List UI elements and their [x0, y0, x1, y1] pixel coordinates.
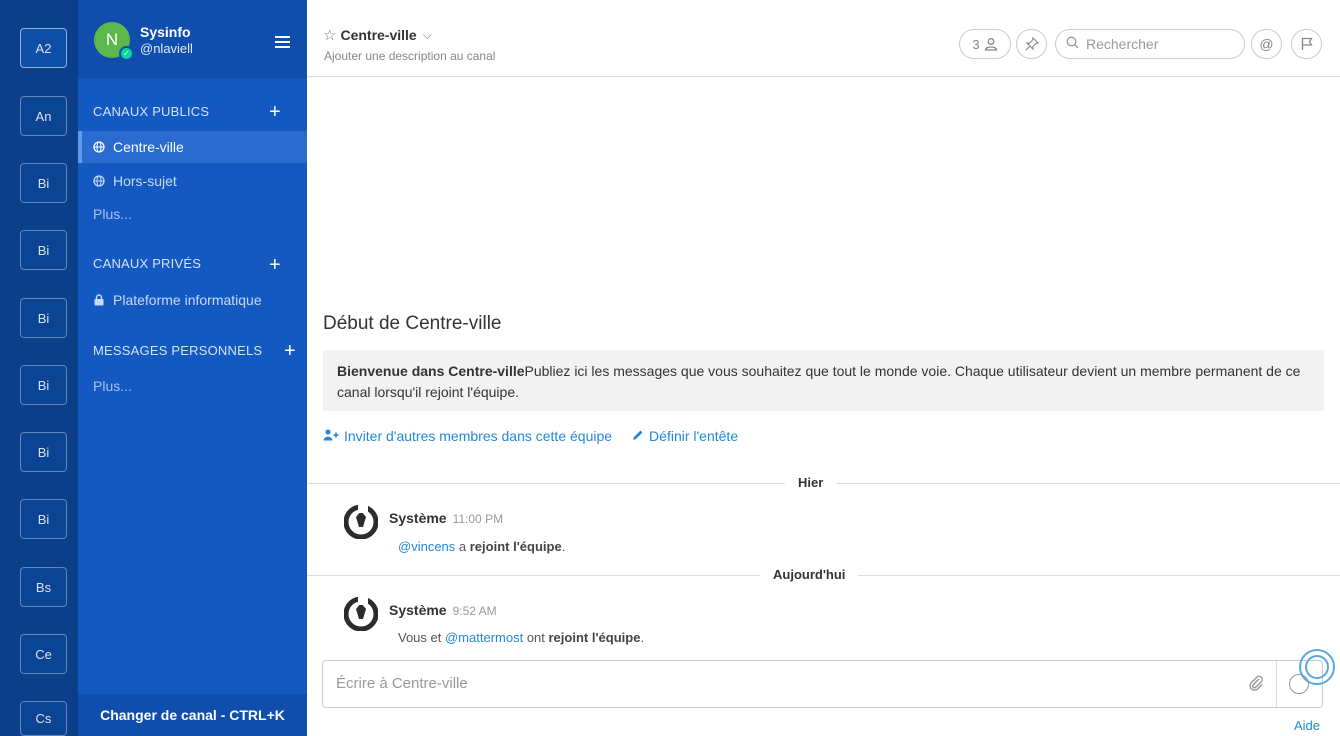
globe-icon — [93, 175, 105, 187]
pinned-button[interactable] — [1016, 29, 1047, 59]
at-icon: @ — [1259, 36, 1274, 52]
post-action: rejoint l'équipe — [469, 539, 562, 554]
channel-description[interactable]: Ajouter une description au canal — [324, 49, 495, 63]
flagged-button[interactable] — [1291, 29, 1322, 59]
chevron-down-icon: ⌵ — [422, 27, 432, 42]
post-text: ont — [523, 630, 549, 645]
channel-sidebar: N ✓ Sysinfo @nlaviell CANAUX PUBLICS + C… — [78, 0, 307, 736]
invite-members-link[interactable]: Inviter d'autres membres dans cette équi… — [323, 428, 612, 444]
team-button[interactable]: A2 — [20, 28, 67, 68]
pin-icon — [1025, 37, 1039, 51]
post-text: . — [640, 630, 645, 645]
public-channels-title: CANAUX PUBLICS — [93, 104, 210, 119]
user-icon — [984, 38, 997, 51]
intro-title: Début de Centre-ville — [323, 313, 502, 334]
add-user-icon — [323, 428, 339, 444]
touch-indicator-icon — [1299, 649, 1335, 685]
team-button[interactable]: Ce — [20, 634, 67, 674]
user-handle: @nlaviell — [140, 41, 193, 56]
more-dm-link[interactable]: Plus... — [93, 378, 132, 394]
pencil-icon — [632, 429, 644, 444]
post-text: Vous et — [398, 630, 445, 645]
menu-icon[interactable] — [275, 36, 290, 48]
date-separator: Aujourd'hui — [760, 567, 859, 582]
post-action: rejoint l'équipe — [548, 630, 641, 645]
help-link[interactable]: Aide — [1294, 718, 1320, 733]
sidebar-item-centre-ville[interactable]: Centre-ville — [78, 131, 307, 163]
post-author-name: Système — [389, 602, 447, 618]
mattermost-logo-icon — [344, 597, 378, 631]
search-input[interactable]: Rechercher — [1055, 29, 1245, 59]
sidebar-item-label: Centre-ville — [113, 139, 184, 155]
post-author[interactable]: Système 9:52 AM — [389, 602, 497, 618]
team-button[interactable]: Bi — [20, 365, 67, 405]
team-button[interactable]: Bi — [20, 230, 67, 270]
post-time[interactable]: 9:52 AM — [453, 604, 497, 618]
intro-links: Inviter d'autres membres dans cette équi… — [323, 428, 758, 444]
sidebar-header: N ✓ Sysinfo @nlaviell — [78, 0, 307, 78]
channel-switcher-button[interactable]: Changer de canal - CTRL+K — [78, 694, 307, 736]
message-placeholder: Écrire à Centre-ville — [336, 675, 468, 692]
team-button[interactable]: Bi — [20, 432, 67, 472]
set-header-link[interactable]: Définir l'entête — [632, 428, 738, 444]
team-button[interactable]: Bi — [20, 499, 67, 539]
team-button[interactable]: Bs — [20, 567, 67, 607]
team-button[interactable]: Bi — [20, 298, 67, 338]
sidebar-item-hors-sujet[interactable]: Hors-sujet — [78, 165, 307, 197]
team-sidebar: A2 An Bi Bi Bi Bi Bi Bi Bs Ce Cs — [0, 0, 78, 736]
main-area: ☆ Centre-ville ⌵ Ajouter une description… — [307, 0, 1340, 736]
post-message: Vous et @mattermost ont rejoint l'équipe… — [398, 630, 644, 645]
set-header-label: Définir l'entête — [649, 428, 739, 444]
search-icon — [1066, 36, 1079, 52]
sidebar-item-plateforme-informatique[interactable]: Plateforme informatique — [78, 284, 307, 316]
team-button[interactable]: Bi — [20, 163, 67, 203]
paperclip-icon[interactable] — [1247, 674, 1265, 697]
mentions-button[interactable]: @ — [1251, 29, 1282, 59]
date-separator: Hier — [785, 475, 837, 490]
add-direct-message-icon[interactable]: + — [284, 341, 296, 361]
globe-icon — [93, 141, 105, 153]
user-mention[interactable]: @vincens — [398, 539, 455, 554]
add-public-channel-icon[interactable]: + — [269, 102, 281, 122]
post-text: a — [455, 539, 470, 554]
search-placeholder: Rechercher — [1086, 36, 1159, 52]
mattermost-logo-icon — [344, 505, 378, 539]
message-input[interactable]: Écrire à Centre-ville — [322, 660, 1323, 708]
sidebar-item-label: Plateforme informatique — [113, 292, 262, 308]
channel-title[interactable]: ☆ Centre-ville ⌵ — [323, 26, 432, 44]
more-public-link[interactable]: Plus... — [93, 206, 132, 222]
lock-icon — [94, 294, 104, 306]
star-icon[interactable]: ☆ — [323, 26, 336, 44]
team-button[interactable]: Cs — [20, 701, 67, 736]
post-text: . — [561, 539, 566, 554]
post-message: @vincens a rejoint l'équipe. — [398, 539, 565, 554]
post-time[interactable]: 11:00 PM — [453, 512, 503, 526]
member-count: 3 — [972, 36, 980, 52]
channel-header: ☆ Centre-ville ⌵ Ajouter une description… — [307, 0, 1340, 77]
add-private-channel-icon[interactable]: + — [269, 255, 281, 275]
team-button[interactable]: An — [20, 96, 67, 136]
post-author-name: Système — [389, 510, 447, 526]
post-author[interactable]: Système 11:00 PM — [389, 510, 503, 526]
intro-message: Bienvenue dans Centre-villePubliez ici l… — [323, 350, 1324, 411]
online-status-icon: ✓ — [119, 46, 134, 61]
team-name: Sysinfo — [140, 24, 191, 40]
sidebar-item-label: Hors-sujet — [113, 173, 177, 189]
invite-members-label: Inviter d'autres membres dans cette équi… — [344, 428, 613, 444]
member-count-button[interactable]: 3 — [959, 29, 1011, 59]
flag-icon — [1301, 37, 1313, 50]
intro-welcome-bold: Bienvenue dans Centre-ville — [337, 363, 525, 379]
channel-name: Centre-ville — [340, 27, 417, 43]
direct-messages-title: MESSAGES PERSONNELS — [93, 343, 263, 358]
user-mention[interactable]: @mattermost — [445, 630, 523, 645]
private-channels-title: CANAUX PRIVÉS — [93, 256, 202, 271]
composer-divider — [1276, 661, 1277, 707]
